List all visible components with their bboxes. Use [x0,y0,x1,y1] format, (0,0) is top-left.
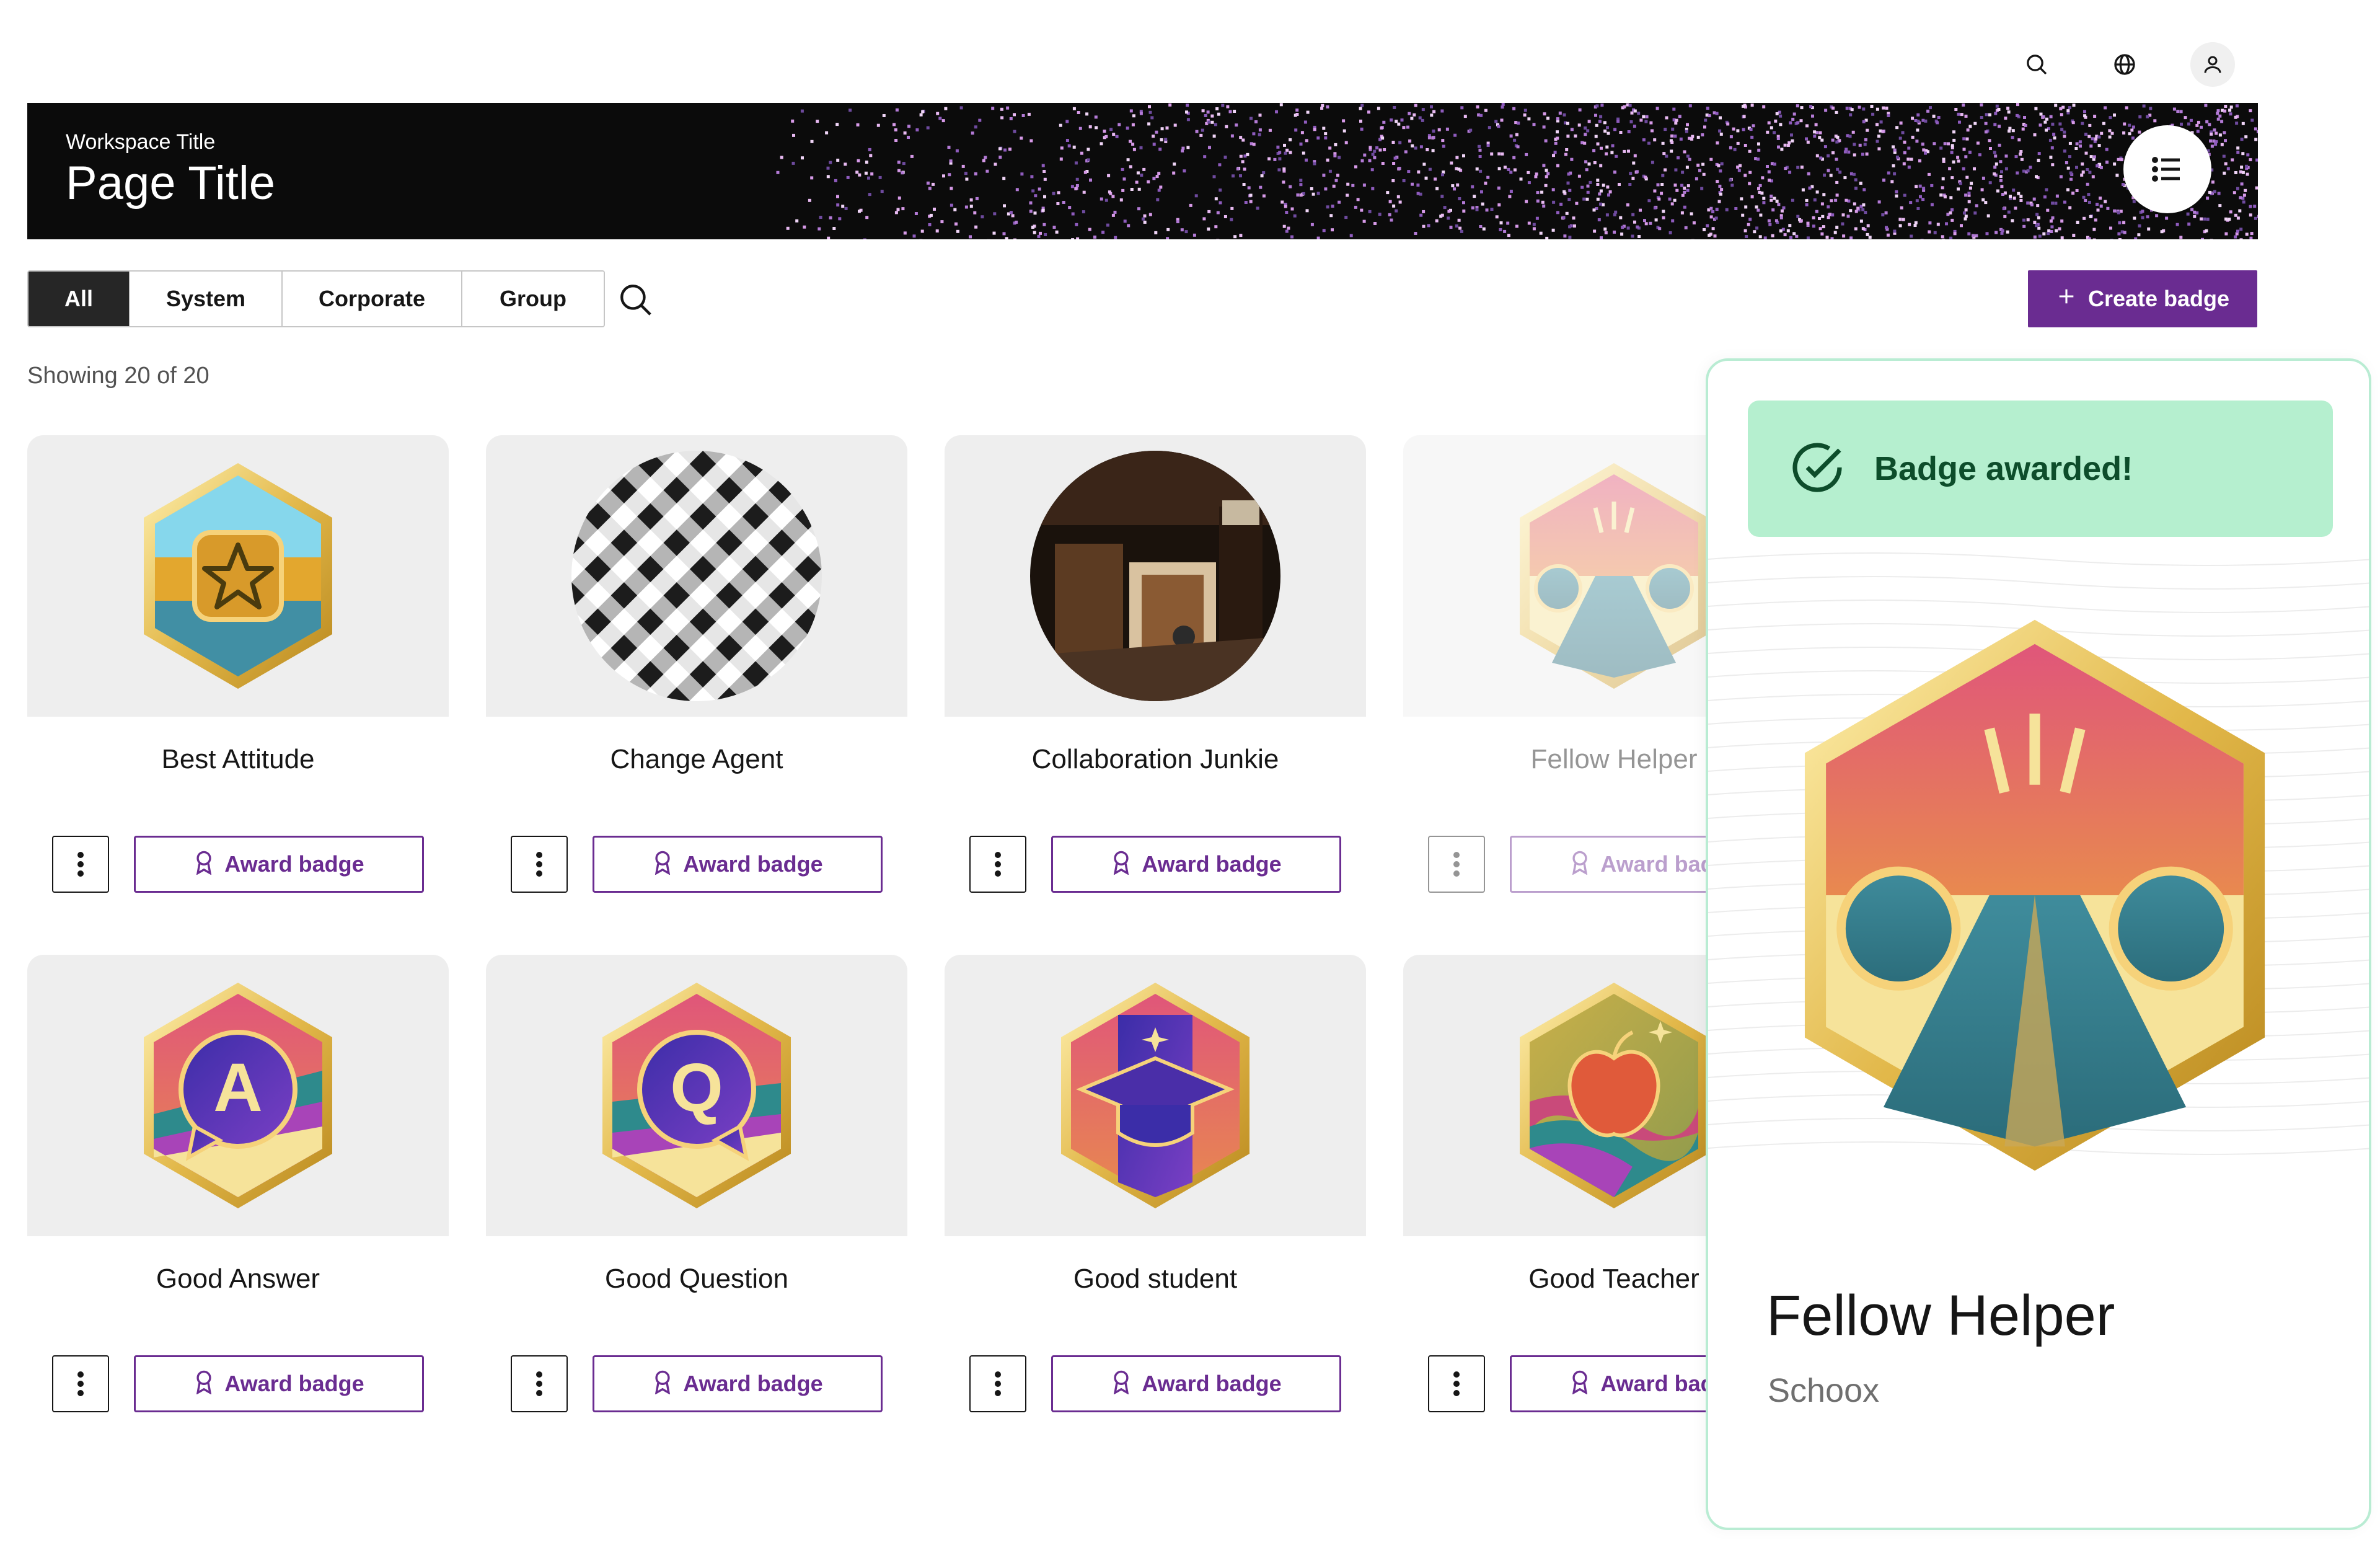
more-options-icon[interactable] [1428,836,1485,893]
badge-image[interactable] [945,955,1366,1236]
badge-image[interactable] [486,435,907,717]
award-ribbon-icon [1569,1368,1590,1400]
badge-card: Good student [945,955,1366,1364]
question-badge-icon: Q [602,983,791,1208]
award-badge-label: Award badge [224,851,364,877]
tab-corporate[interactable]: Corporate [283,272,462,326]
badge-card: Q Good Question [486,955,907,1364]
badge-image[interactable]: Q [486,955,907,1236]
more-options-icon[interactable] [969,836,1026,893]
create-badge-button[interactable]: Create badge [2028,270,2257,327]
toast-message: Badge awarded! [1874,450,2133,487]
check-circle-icon [1787,438,1847,500]
success-toast: Badge awarded! [1748,401,2333,537]
high-five-badge-icon [1804,619,2265,1171]
award-badge-button[interactable]: Award badge [593,1355,883,1412]
banner-art [776,103,2258,239]
page-title: Page Title [66,157,275,210]
user-icon[interactable] [2190,42,2235,87]
filter-tabs: All System Corporate Group [27,270,605,327]
list-icon[interactable] [2123,125,2211,213]
award-ribbon-icon [652,849,673,880]
award-badge-button[interactable]: Award badge [134,1355,424,1412]
badge-card: Change Agent [486,435,907,844]
answer-badge-icon: A [144,983,332,1208]
results-count: Showing 20 of 20 [27,363,209,389]
badge-name: Best Attitude [161,744,315,774]
award-ribbon-icon [1111,1368,1132,1400]
tab-group[interactable]: Group [462,272,604,326]
award-badge-label: Award badge [683,1371,823,1396]
badge-card: Collaboration Junkie [945,435,1366,844]
more-options-icon[interactable] [511,836,568,893]
svg-text:A: A [213,1050,262,1126]
award-badge-button[interactable]: Award badge [1051,1355,1341,1412]
award-ribbon-icon [1569,849,1590,880]
photo-badge-icon [1030,451,1280,701]
badge-name: Good Answer [156,1264,320,1294]
badge-image[interactable]: A [27,955,449,1236]
award-ribbon-icon [193,849,214,880]
badge-awarded-panel: Badge awarded! Fellow Helper Schoox [1706,358,2371,1530]
graduation-cap-badge-icon [1061,983,1250,1208]
pattern-badge-icon [571,451,822,701]
create-badge-label: Create badge [2087,286,2230,311]
award-badge-button[interactable]: Award badge [1051,836,1341,893]
search-icon[interactable] [2014,42,2059,87]
high-five-badge-icon [1520,463,1708,689]
award-ribbon-icon [193,1368,214,1400]
more-options-icon[interactable] [969,1355,1026,1412]
award-badge-button[interactable]: Award badge [593,836,883,893]
star-badge-icon [144,463,332,689]
award-badge-label: Award badge [1142,1371,1282,1396]
plus-icon [2056,286,2077,312]
more-options-icon[interactable] [1428,1355,1485,1412]
workspace-title: Workspace Title [66,130,216,154]
badge-name: Change Agent [610,744,783,774]
badge-image[interactable] [27,435,449,717]
award-badge-label: Award badge [224,1371,364,1396]
award-ribbon-icon [652,1368,673,1400]
award-badge-label: Award badge [1142,851,1282,877]
award-badge-label: Award badge [683,851,823,877]
more-options-icon[interactable] [52,836,109,893]
search-icon[interactable] [614,278,657,321]
more-options-icon[interactable] [52,1355,109,1412]
more-options-icon[interactable] [511,1355,568,1412]
award-ribbon-icon [1111,849,1132,880]
page-banner: Workspace Title Page Title [27,103,2258,239]
award-badge-button[interactable]: Award badge [134,836,424,893]
svg-text:Q: Q [670,1050,723,1126]
globe-icon[interactable] [2102,42,2147,87]
badge-name: Good Question [605,1264,788,1294]
tab-system[interactable]: System [130,272,283,326]
badge-card: Best Attitude [27,435,449,844]
badge-image[interactable] [945,435,1366,717]
tab-all[interactable]: All [29,272,130,326]
badge-card: A Good Answer [27,955,449,1364]
badge-issuer: Schoox [1768,1372,1880,1409]
badge-name: Good student [1073,1264,1238,1294]
awarded-badge-name: Fellow Helper [1766,1284,2115,1347]
badge-name: Collaboration Junkie [1031,744,1279,774]
apple-badge-icon [1520,983,1708,1208]
